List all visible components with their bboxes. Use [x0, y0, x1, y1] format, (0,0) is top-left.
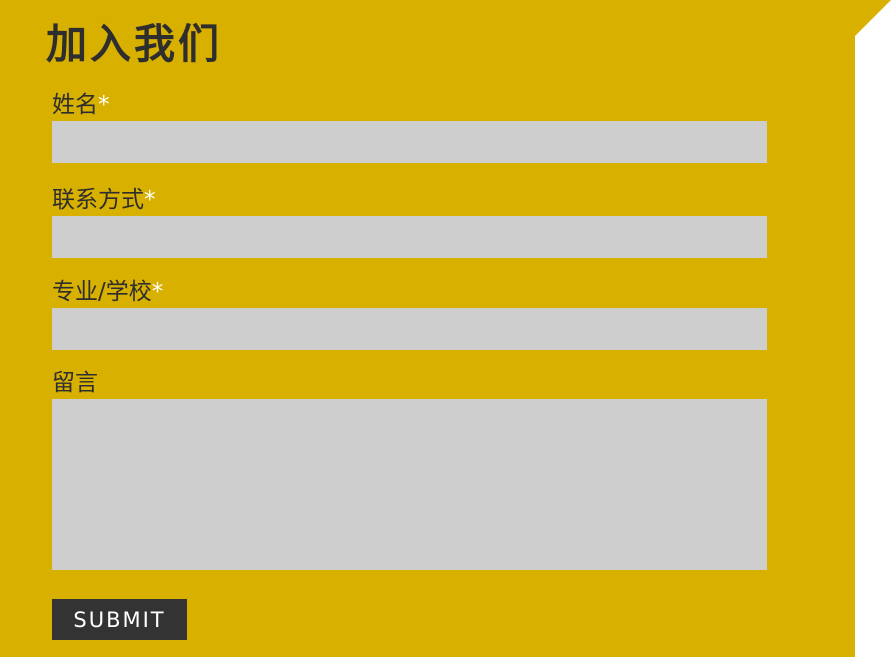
name-field-label: 姓名*: [52, 90, 110, 120]
name-label-text: 姓名: [52, 92, 98, 118]
message-field-label: 留言: [52, 368, 98, 398]
major-school-input[interactable]: [52, 308, 767, 350]
contact-field-label: 联系方式*: [52, 185, 156, 215]
corner-flag-decoration: [855, 0, 891, 36]
contact-required-marker: *: [144, 187, 156, 213]
message-label-text: 留言: [52, 370, 98, 396]
major-school-required-marker: *: [151, 279, 164, 305]
major-school-label-text: 专业/学校: [52, 279, 152, 305]
name-required-marker: *: [98, 92, 110, 118]
contact-input[interactable]: [52, 216, 767, 258]
page-title: 加入我们: [46, 20, 222, 68]
submit-button[interactable]: SUBMIT: [52, 599, 187, 640]
contact-label-text: 联系方式: [52, 187, 144, 213]
message-textarea[interactable]: [52, 399, 767, 570]
major-school-field-label: 专业/学校*: [52, 277, 163, 307]
name-input[interactable]: [52, 121, 767, 163]
